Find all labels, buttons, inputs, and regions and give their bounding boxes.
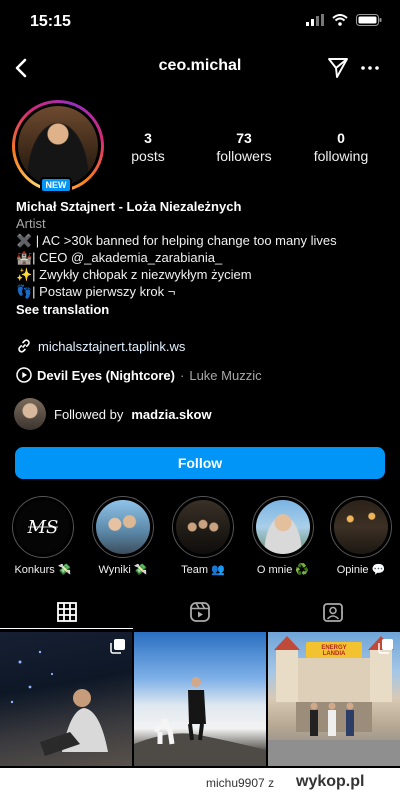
- ms-logo-icon: MS: [16, 500, 70, 554]
- profile-tabs: [0, 594, 400, 630]
- highlight-label: Wyniki 💸: [98, 564, 148, 576]
- highlight-konkurs[interactable]: MS Konkurs 💸: [10, 496, 76, 576]
- posts-count: 3: [144, 130, 152, 146]
- following-label: following: [313, 148, 369, 164]
- tab-grid[interactable]: [0, 594, 133, 630]
- svg-text:MS: MS: [27, 517, 59, 538]
- profile-bio: Michał Sztajnert - Loża Niezależnych Art…: [16, 198, 386, 318]
- highlight-opinie[interactable]: Opinie 💬: [328, 496, 394, 576]
- link-icon: [18, 339, 30, 353]
- bio-line: ✨| Zwykły chłopak z niezwykłym życiem: [16, 267, 252, 282]
- bio-line: ✖️ | AC >30k banned for helping change t…: [16, 233, 337, 248]
- profile-full-name: Michał Sztajnert - Loża Niezależnych: [16, 199, 242, 214]
- profile-header: ceo.michal: [0, 48, 400, 88]
- post-thumbnail[interactable]: [0, 632, 132, 766]
- highlight-o-mnie[interactable]: O mnie ♻️: [250, 496, 316, 576]
- highlight-wyniki[interactable]: Wyniki 💸: [90, 496, 156, 576]
- followed-by-user: madzia.skow: [131, 406, 212, 422]
- highlight-label: Opinie 💬: [336, 564, 386, 576]
- post-thumbnail[interactable]: [134, 632, 266, 766]
- highlight-label: O mnie ♻️: [256, 564, 310, 576]
- bio-line: 👣| Postaw pierwszy krok ¬: [16, 284, 176, 299]
- play-icon: [16, 367, 32, 383]
- people-photo-icon: [96, 500, 150, 554]
- followed-by[interactable]: Followed by madzia.skow: [14, 398, 212, 430]
- follow-button[interactable]: Follow: [15, 447, 385, 479]
- energylandia-sign: ENERGY LANDIA: [321, 645, 347, 657]
- bio-line: 🏰| CEO @_akademia_zarabiania_: [16, 250, 223, 265]
- status-time: 15:15: [30, 13, 71, 30]
- following-count: 0: [337, 130, 345, 146]
- following-stat[interactable]: 0 following: [310, 130, 372, 164]
- music-artist: Luke Muzzic: [189, 367, 262, 383]
- tagged-icon: [322, 603, 343, 622]
- profile-music[interactable]: Devil Eyes (Nightcore) · Luke Muzzic: [16, 367, 262, 383]
- tab-active-indicator: [0, 628, 133, 629]
- post-image: [134, 677, 266, 766]
- followers-count: 73: [236, 130, 252, 146]
- highlight-label: Konkurs 💸: [14, 564, 72, 576]
- more-options-icon[interactable]: [358, 56, 382, 80]
- profile-avatar: [18, 106, 98, 186]
- status-bar: 15:15: [0, 0, 400, 44]
- followers-label: followers: [216, 148, 272, 164]
- profile-link-text: michalsztajnert.taplink.ws: [38, 338, 186, 354]
- wykop-logo: wykop.pl: [296, 773, 365, 790]
- followed-by-label: Followed by: [54, 406, 124, 422]
- new-badge: NEW: [40, 177, 72, 193]
- highlight-team[interactable]: Team 👥: [170, 496, 236, 576]
- battery-icon: [356, 14, 382, 26]
- watermark-user: michu9907 z: [206, 776, 275, 790]
- profile-category: Artist: [16, 216, 46, 231]
- send-icon[interactable]: [326, 56, 350, 80]
- watermark-strip: michu9907 z wykop.pl: [0, 768, 400, 798]
- group-photo-icon: [176, 500, 230, 554]
- highlight-label: Team 👥: [181, 564, 225, 576]
- music-separator: ·: [180, 367, 185, 383]
- evening-photo-icon: [334, 500, 388, 554]
- multi-photo-icon: [110, 639, 125, 654]
- tab-reels[interactable]: [133, 594, 266, 630]
- music-song-title: Devil Eyes (Nightcore): [37, 367, 175, 383]
- profile-link[interactable]: michalsztajnert.taplink.ws: [16, 338, 185, 354]
- posts-stat[interactable]: 3 posts: [128, 130, 168, 164]
- follower-avatar: [14, 398, 46, 430]
- multi-photo-icon: [378, 639, 393, 654]
- reels-icon: [189, 602, 210, 622]
- grid-icon: [56, 602, 77, 622]
- tab-tagged[interactable]: [266, 594, 399, 630]
- followers-stat[interactable]: 73 followers: [212, 130, 276, 164]
- posts-label: posts: [131, 148, 165, 164]
- status-icons: [306, 14, 382, 26]
- signal-icon: [306, 14, 324, 26]
- wifi-icon: [332, 14, 348, 26]
- portrait-photo-icon: [256, 500, 310, 554]
- posts-grid: ENERGY LANDIA: [0, 632, 400, 766]
- post-thumbnail[interactable]: ENERGY LANDIA: [268, 632, 400, 766]
- see-translation-link[interactable]: See translation: [16, 301, 386, 318]
